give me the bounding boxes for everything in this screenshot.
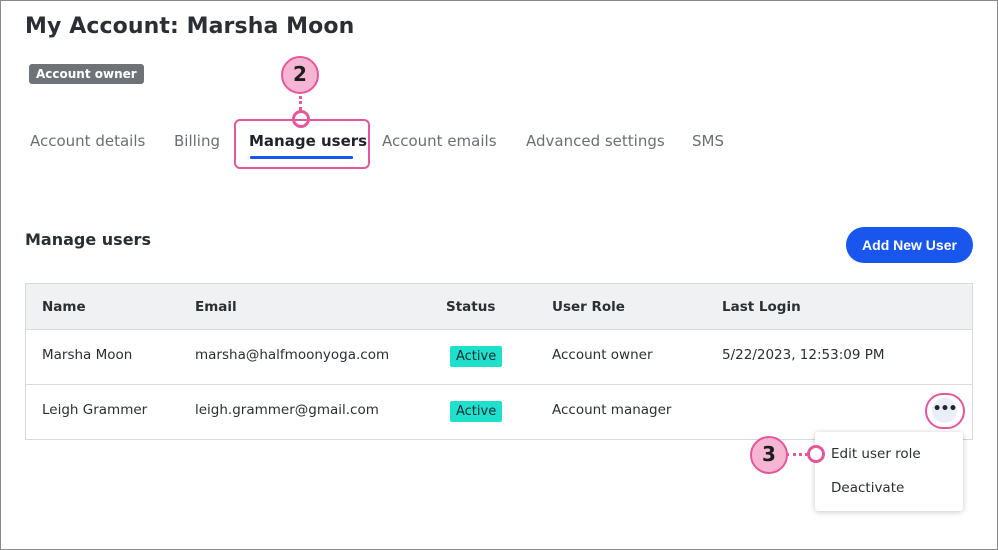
callout-step-2: 2 <box>281 56 319 94</box>
page-title: My Account: Marsha Moon <box>25 14 355 39</box>
callout-step-3: 3 <box>750 436 788 474</box>
user-role: Account owner <box>552 347 653 363</box>
tab-highlight-box <box>234 119 370 169</box>
user-name: Marsha Moon <box>42 347 133 363</box>
user-email: leigh.grammer@gmail.com <box>195 402 379 418</box>
tab-account-emails[interactable]: Account emails <box>382 132 497 150</box>
column-header-status: Status <box>446 299 496 315</box>
user-email: marsha@halfmoonyoga.com <box>195 347 390 363</box>
callout-connector <box>299 96 302 110</box>
table-row: Marsha Moon marsha@halfmoonyoga.com Acti… <box>26 330 972 385</box>
tab-account-details[interactable]: Account details <box>30 132 145 150</box>
column-header-last-login: Last Login <box>722 299 801 315</box>
row-actions-button[interactable]: ••• <box>925 393 965 429</box>
column-header-name: Name <box>42 299 86 315</box>
last-login: 5/22/2023, 12:53:09 PM <box>722 347 885 363</box>
column-header-email: Email <box>195 299 237 315</box>
account-owner-badge: Account owner <box>29 64 144 84</box>
callout-ring <box>807 445 825 463</box>
add-new-user-button[interactable]: Add New User <box>846 227 973 263</box>
users-table: Name Email Status User Role Last Login M… <box>25 283 973 440</box>
tab-advanced-settings[interactable]: Advanced settings <box>526 132 665 150</box>
more-icon: ••• <box>932 398 957 423</box>
column-header-user-role: User Role <box>552 299 625 315</box>
menu-item-deactivate[interactable]: Deactivate <box>831 480 904 496</box>
table-header: Name Email Status User Role Last Login <box>26 284 972 330</box>
status-badge: Active <box>450 346 503 367</box>
status-badge: Active <box>450 401 503 422</box>
user-role: Account manager <box>552 402 672 418</box>
row-actions-menu: Edit user role Deactivate <box>815 432 963 511</box>
section-title: Manage users <box>25 230 151 249</box>
user-name: Leigh Grammer <box>42 402 148 418</box>
tab-billing[interactable]: Billing <box>174 132 220 150</box>
tab-sms[interactable]: SMS <box>692 132 724 150</box>
callout-connector <box>786 453 808 456</box>
menu-item-edit-user-role[interactable]: Edit user role <box>831 446 921 462</box>
